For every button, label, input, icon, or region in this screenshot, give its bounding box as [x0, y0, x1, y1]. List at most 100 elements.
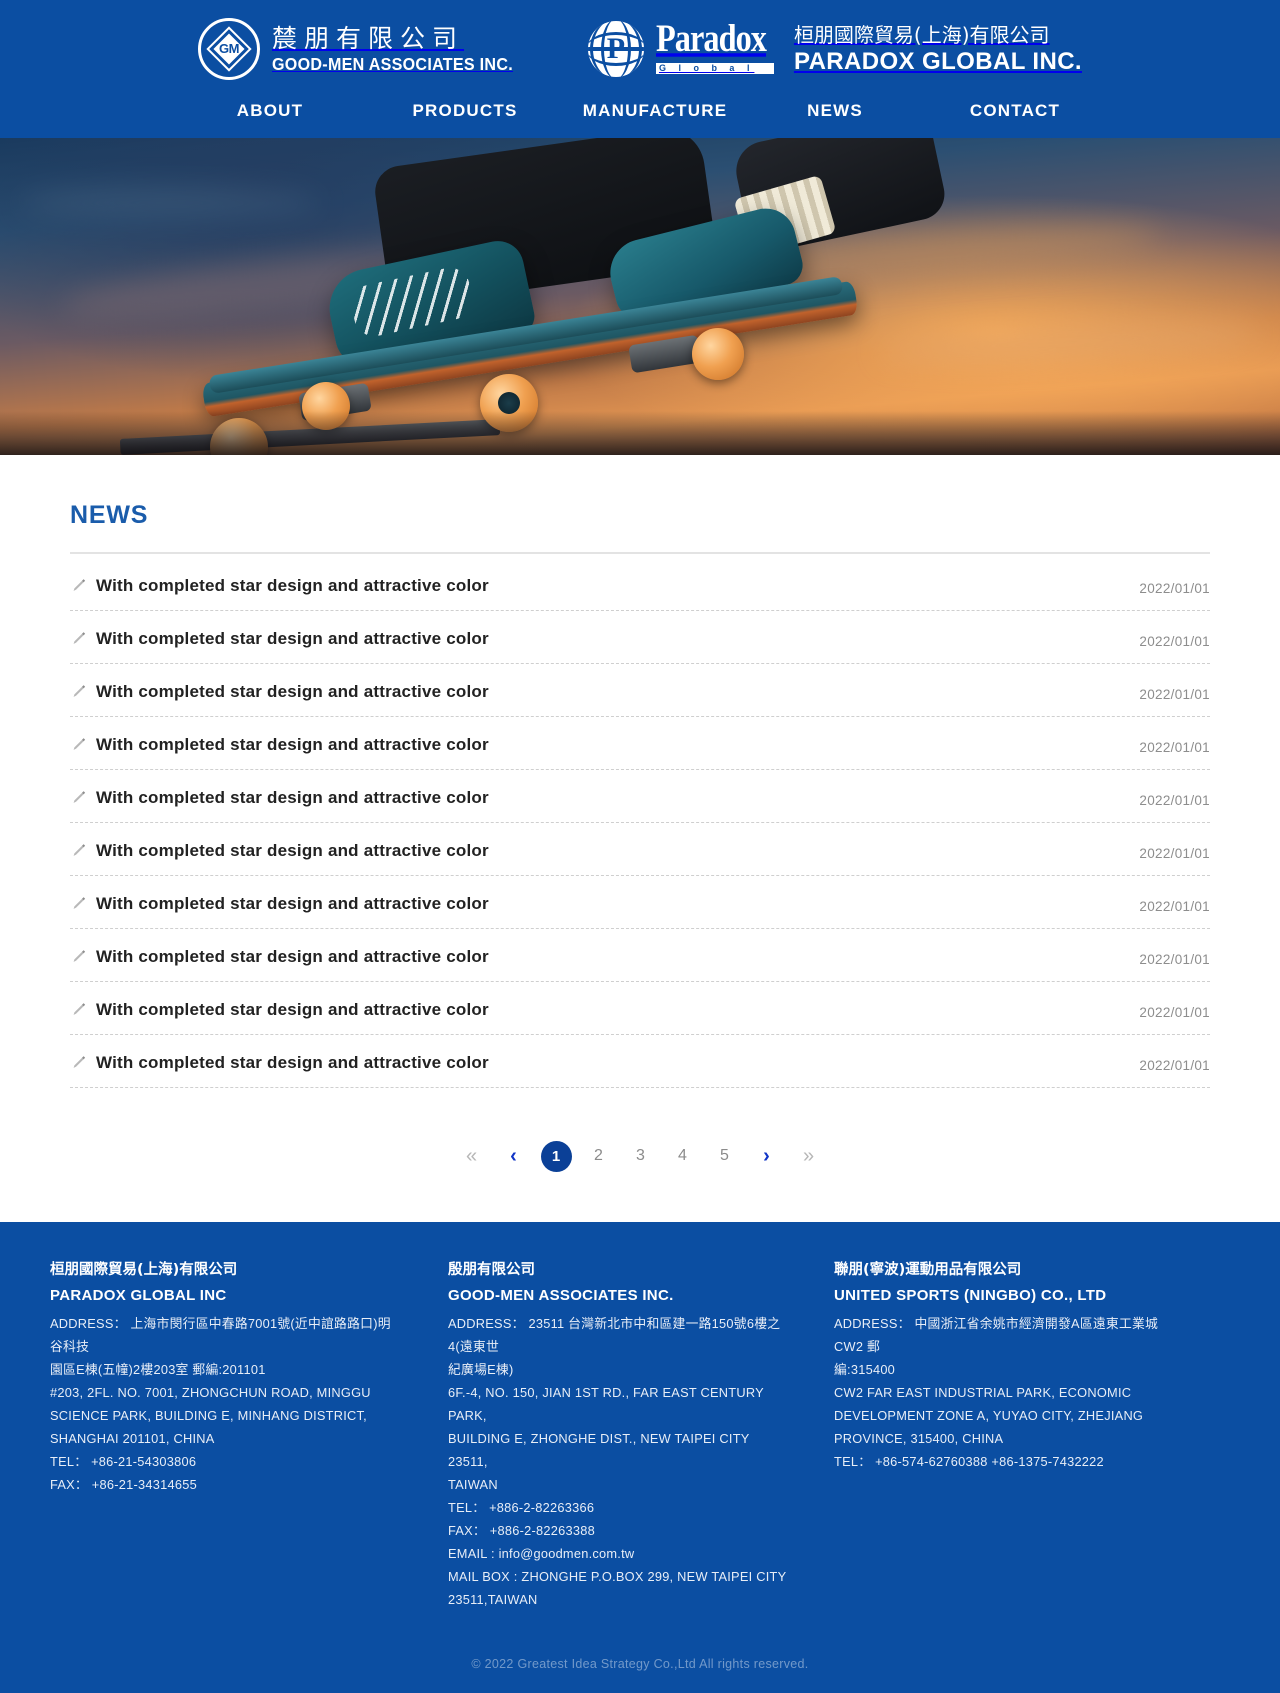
news-title: With completed star design and attractiv… — [96, 1053, 489, 1072]
title-divider — [70, 552, 1210, 554]
footer-address-line: PROVINCE, 315400, CHINA — [834, 1431, 1004, 1446]
news-list-item[interactable]: With completed star design and attractiv… — [70, 823, 1210, 876]
footer-company-en: PARADOX GLOBAL INC — [50, 1287, 227, 1304]
pencil-icon — [70, 736, 87, 753]
news-date: 2022/01/01 — [1139, 687, 1210, 702]
news-list-item[interactable]: With completed star design and attractiv… — [70, 717, 1210, 770]
news-list-item[interactable]: With completed star design and attractiv… — [70, 876, 1210, 929]
news-date: 2022/01/01 — [1139, 1058, 1210, 1073]
footer-address-line: 編:315400 — [834, 1362, 896, 1377]
paradox-chinese-name: 桓朋國際貿易(上海)有限公司 — [793, 22, 1050, 47]
footer-address-line: #203, 2FL. NO. 7001, ZHONGCHUN ROAD, MIN… — [50, 1385, 371, 1400]
footer-column-united-sports: 聯朋(寧波)運動用品有限公司 UNITED SPORTS (NINGBO) CO… — [822, 1258, 1208, 1611]
footer-address-line: DEVELOPMENT ZONE A, YUYAO CITY, ZHEJIANG — [834, 1408, 1144, 1423]
news-list-item[interactable]: With completed star design and attractiv… — [70, 558, 1210, 611]
footer-tel-line: TEL： +86-574-62760388 +86-1375-7432222 — [834, 1454, 1104, 1469]
pencil-icon — [70, 948, 87, 965]
pencil-icon — [70, 1054, 87, 1071]
good-men-emblem-text: GM — [219, 41, 239, 56]
news-title: With completed star design and attractiv… — [96, 1000, 489, 1019]
footer-address-line: 紀廣場E棟) — [448, 1362, 514, 1377]
pagination-first-button[interactable]: « — [451, 1140, 493, 1172]
main-content: NEWS With completed star design and attr… — [70, 455, 1210, 1216]
news-title: With completed star design and attractiv… — [96, 788, 489, 807]
news-date: 2022/01/01 — [1139, 581, 1210, 596]
footer-address-line: SHANGHAI 201101, CHINA — [50, 1431, 215, 1446]
footer-columns: 桓朋國際貿易(上海)有限公司 PARADOX GLOBAL INC ADDRES… — [50, 1258, 1230, 1631]
news-list-item[interactable]: With completed star design and attractiv… — [70, 982, 1210, 1035]
footer-address-line: BUILDING E, ZHONGHE DIST., NEW TAIPEI CI… — [448, 1431, 750, 1469]
footer-mailbox-line: 23511,TAIWAN — [448, 1592, 538, 1607]
pencil-icon — [70, 630, 87, 647]
news-list: With completed star design and attractiv… — [70, 558, 1210, 1088]
footer-fax-line: FAX： +86-21-34314655 — [50, 1477, 197, 1492]
pencil-icon — [70, 895, 87, 912]
footer-company-cn: 桓朋國際貿易(上海)有限公司 — [50, 1262, 238, 1278]
news-title: With completed star design and attractiv… — [96, 947, 489, 966]
footer-fax-line: FAX： +886-2-82263388 — [448, 1523, 595, 1538]
pagination-page-5[interactable]: 5 — [704, 1140, 746, 1172]
copyright-text: © 2022 Greatest Idea Strategy Co.,Ltd Al… — [471, 1657, 809, 1671]
good-men-english-name: GOOD-MEN ASSOCIATES INC. — [272, 54, 513, 74]
news-date: 2022/01/01 — [1139, 899, 1210, 914]
news-title: With completed star design and attractiv… — [96, 894, 489, 913]
footer-address-line: ADDRESS： 中國浙江省余姚市經濟開發A區遠東工業城CW2 郵 — [834, 1316, 1159, 1354]
logo-good-men[interactable]: GM 辳朋有限公司 GOOD-MEN ASSOCIATES INC. — [198, 18, 534, 80]
pagination: « ‹ 1 2 3 4 5 › » — [70, 1088, 1210, 1216]
news-list-item[interactable]: With completed star design and attractiv… — [70, 770, 1210, 823]
footer-tel-line: TEL： +886-2-82263366 — [448, 1500, 595, 1515]
paradox-english-name: PARADOX GLOBAL INC. — [793, 47, 1082, 75]
pencil-icon — [70, 1001, 87, 1018]
footer-address-line: TAIWAN — [448, 1477, 498, 1492]
good-men-chinese-name: 辳朋有限公司 — [272, 24, 465, 53]
pagination-page-4[interactable]: 4 — [662, 1140, 704, 1172]
news-title: With completed star design and attractiv… — [96, 682, 489, 701]
logo-paradox[interactable]: P Paradox G l o b a l 桓朋國際貿易(上海)有限公司 PAR… — [587, 19, 1082, 77]
pagination-prev-button[interactable]: ‹ — [493, 1140, 535, 1172]
footer-mailbox-line: MAIL BOX : ZHONGHE P.O.BOX 299, NEW TAIP… — [448, 1569, 787, 1584]
footer-tel-line: TEL： +86-21-54303806 — [50, 1454, 197, 1469]
nav-item-contact[interactable]: CONTACT — [920, 95, 1110, 127]
footer-address-line: CW2 FAR EAST INDUSTRIAL PARK, ECONOMIC — [834, 1385, 1132, 1400]
pencil-icon — [70, 577, 87, 594]
news-list-item[interactable]: With completed star design and attractiv… — [70, 1035, 1210, 1088]
news-list-item[interactable]: With completed star design and attractiv… — [70, 611, 1210, 664]
hero-banner-image — [0, 138, 1280, 455]
main-navigation: ABOUT PRODUCTS MANUFACTURE NEWS CONTACT — [0, 90, 1280, 138]
news-date: 2022/01/01 — [1139, 1005, 1210, 1020]
news-date: 2022/01/01 — [1139, 793, 1210, 808]
good-men-emblem-icon: GM — [198, 18, 260, 80]
news-date: 2022/01/01 — [1139, 740, 1210, 755]
news-date: 2022/01/01 — [1139, 634, 1210, 649]
footer-company-cn: 殷朋有限公司 — [448, 1262, 535, 1278]
news-list-item[interactable]: With completed star design and attractiv… — [70, 664, 1210, 717]
news-title: With completed star design and attractiv… — [96, 735, 489, 754]
pagination-page-1[interactable]: 1 — [540, 1140, 572, 1172]
site-header: GM 辳朋有限公司 GOOD-MEN ASSOCIATES INC. P Par… — [0, 0, 1280, 138]
pagination-last-button[interactable]: » — [788, 1140, 830, 1172]
pagination-next-button[interactable]: › — [746, 1140, 788, 1172]
paradox-globe-icon: P — [587, 21, 644, 77]
nav-item-manufacture[interactable]: MANUFACTURE — [560, 95, 750, 127]
footer-address-line: ADDRESS： 上海市閔行區中春路7001號(近中誼路路口)明谷科技 — [50, 1316, 391, 1354]
news-title: With completed star design and attractiv… — [96, 629, 489, 648]
logo-bar: GM 辳朋有限公司 GOOD-MEN ASSOCIATES INC. P Par… — [0, 8, 1280, 90]
footer-address-line: ADDRESS： 23511 台灣新北市中和區建一路150號6樓之4(遠東世 — [448, 1316, 781, 1354]
news-title: With completed star design and attractiv… — [96, 576, 489, 595]
paradox-wordmark-sub: G l o b a l — [655, 62, 774, 74]
footer-address-line: 6F.-4, NO. 150, JIAN 1ST RD., FAR EAST C… — [448, 1385, 764, 1423]
nav-item-products[interactable]: PRODUCTS — [370, 95, 560, 127]
footer-column-good-men: 殷朋有限公司 GOOD-MEN ASSOCIATES INC. ADDRESS：… — [436, 1258, 822, 1611]
nav-item-about[interactable]: ABOUT — [170, 95, 370, 127]
footer-company-cn: 聯朋(寧波)運動用品有限公司 — [834, 1262, 1022, 1278]
pagination-page-3[interactable]: 3 — [620, 1140, 662, 1172]
news-date: 2022/01/01 — [1139, 846, 1210, 861]
news-date: 2022/01/01 — [1139, 952, 1210, 967]
news-title: With completed star design and attractiv… — [96, 841, 489, 860]
site-footer: 桓朋國際貿易(上海)有限公司 PARADOX GLOBAL INC ADDRES… — [0, 1222, 1280, 1693]
pencil-icon — [70, 683, 87, 700]
footer-company-en: UNITED SPORTS (NINGBO) CO., LTD — [834, 1287, 1107, 1304]
pagination-page-2[interactable]: 2 — [578, 1140, 620, 1172]
nav-item-news[interactable]: NEWS — [750, 95, 920, 127]
news-list-item[interactable]: With completed star design and attractiv… — [70, 929, 1210, 982]
